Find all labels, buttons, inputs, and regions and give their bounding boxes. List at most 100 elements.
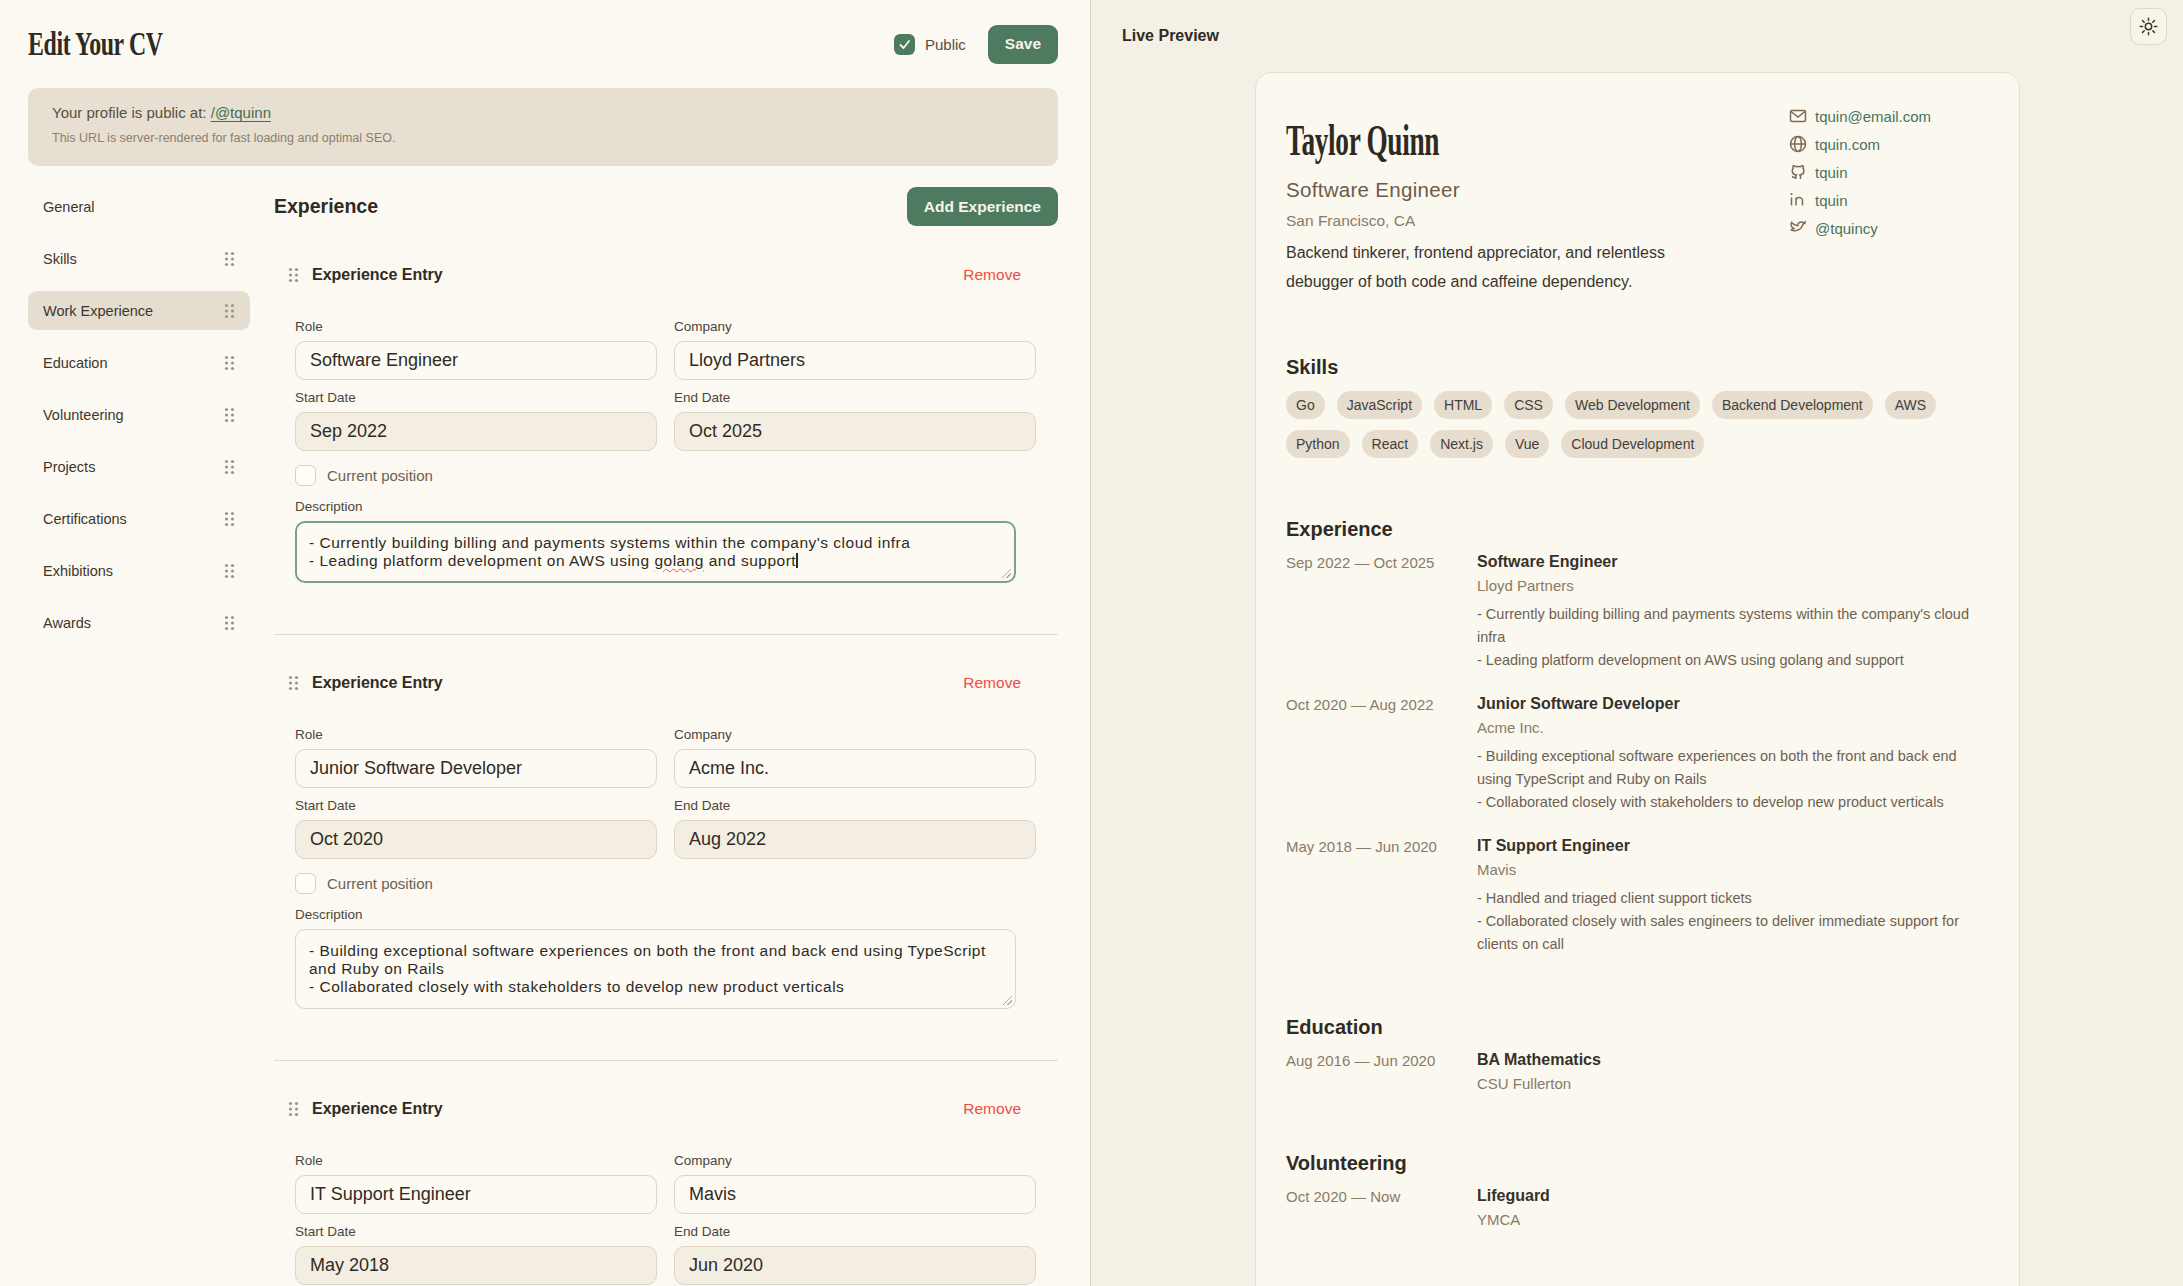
end-date-input[interactable] [674,820,1036,859]
sidebar-item-label: Awards [43,615,91,631]
contact-link[interactable]: @tquincy [1815,220,1878,237]
cv-entry-bullets: - Handled and triaged client support tic… [1477,887,1989,956]
start-date-input[interactable] [295,820,657,859]
role-input[interactable] [295,749,657,788]
current-position-checkbox[interactable] [295,873,316,894]
public-checkbox[interactable] [894,34,915,55]
remove-entry-button[interactable]: Remove [963,266,1021,284]
end-date-input[interactable] [674,412,1036,451]
skill-tag: CSS [1504,391,1553,419]
company-input[interactable] [674,341,1036,380]
contact-item: @tquincy [1788,214,1931,242]
cv-entry: Oct 2020 — NowLifeguardYMCA [1286,1187,1989,1228]
sidebar-item-volunteering[interactable]: Volunteering [28,395,250,434]
sidebar-item-skills[interactable]: Skills [28,239,250,278]
cv-bio: Backend tinkerer, frontend appreciator, … [1286,238,1686,296]
drag-handle[interactable] [288,1101,299,1117]
drag-handle[interactable] [224,563,235,579]
sidebar-item-education[interactable]: Education [28,343,250,382]
sidebar-item-exhibitions[interactable]: Exhibitions [28,551,250,590]
experience-entry: Experience EntryRemoveRoleCompanyStart D… [274,1060,1058,1286]
sidebar-item-work-experience[interactable]: Work Experience [28,291,250,330]
editor-pane: Edit Your CV Public Save Your profile is… [0,0,1091,1286]
start-date-label: Start Date [295,390,657,405]
cv-entry-dates: Oct 2020 — Aug 2022 [1286,695,1477,814]
role-input[interactable] [295,1175,657,1214]
start-date-label: Start Date [295,1224,657,1239]
contact-link[interactable]: tquin [1815,164,1848,181]
sidebar-item-label: Exhibitions [43,563,113,579]
drag-handle[interactable] [224,615,235,631]
cv-card: Taylor Quinn Software Engineer San Franc… [1255,72,2020,1286]
cv-section-experience: Experience Sep 2022 — Oct 2025Software En… [1286,518,1989,956]
drag-handle[interactable] [224,407,235,423]
drag-handle-icon [224,615,235,631]
company-input[interactable] [674,749,1036,788]
public-label: Public [925,36,966,53]
globe-icon [1789,135,1807,153]
remove-entry-button[interactable]: Remove [963,674,1021,692]
cv-section-heading: Education [1286,1016,1989,1039]
description-textarea[interactable]: - Building exceptional software experien… [295,929,1016,1009]
cv-section-heading: Volunteering [1286,1152,1989,1175]
form-section-title: Experience [274,195,378,218]
cv-section-skills: SkillsGoJavaScriptHTMLCSSWeb Development… [1286,356,1989,458]
banner-subtext: This URL is server-rendered for fast loa… [52,131,1034,145]
drag-handle[interactable] [224,303,235,319]
sidebar-item-general[interactable]: General [28,187,250,226]
cv-entry-dates: Aug 2016 — Jun 2020 [1286,1051,1477,1092]
skill-tag: Backend Development [1712,391,1873,419]
add-experience-button[interactable]: Add Experience [907,187,1058,226]
drag-handle[interactable] [224,251,235,267]
public-toggle[interactable]: Public [894,34,966,55]
sidebar-item-label: General [43,199,95,215]
cv-entry-title: Software Engineer [1477,553,1989,571]
drag-handle[interactable] [288,675,299,691]
remove-entry-button[interactable]: Remove [963,1100,1021,1118]
section-nav: General Skills Work Experience Education Vol… [28,187,250,1286]
drag-handle[interactable] [224,511,235,527]
contact-link[interactable]: tquin [1815,192,1848,209]
cv-name: Taylor Quinn [1286,115,1722,166]
experience-entry: Experience EntryRemoveRoleCompanyStart D… [274,226,1058,634]
entry-title: Experience Entry [312,1100,443,1118]
cv-entry: May 2018 — Jun 2020IT Support EngineerMa… [1286,837,1989,956]
cv-section-heading: Experience [1286,518,1989,541]
profile-link[interactable]: /@tquinn [211,104,271,121]
sidebar-item-certifications[interactable]: Certifications [28,499,250,538]
cv-entry-org: Mavis [1477,861,1989,878]
cv-entry: Aug 2016 — Jun 2020BA MathematicsCSU Ful… [1286,1051,1989,1092]
drag-handle[interactable] [224,459,235,475]
theme-toggle-button[interactable] [2130,8,2167,45]
contact-link[interactable]: tquin.com [1815,136,1880,153]
description-textarea[interactable]: - Currently building billing and payment… [295,521,1016,583]
contact-link[interactable]: tquin@email.com [1815,108,1931,125]
sidebar-item-label: Volunteering [43,407,124,423]
role-input[interactable] [295,341,657,380]
sidebar-item-projects[interactable]: Projects [28,447,250,486]
twitter-icon [1789,219,1807,237]
save-button[interactable]: Save [988,25,1058,64]
cv-entry: Oct 2020 — Aug 2022Junior Software Devel… [1286,695,1989,814]
drag-handle[interactable] [288,267,299,283]
drag-handle[interactable] [224,355,235,371]
drag-handle-icon [224,407,235,423]
sidebar-item-label: Projects [43,459,95,475]
linkedin-icon [1789,191,1807,209]
sidebar-item-awards[interactable]: Awards [28,603,250,642]
current-position-checkbox[interactable] [295,465,316,486]
contact-item: tquin@email.com [1788,102,1931,130]
cv-entry-dates: Oct 2020 — Now [1286,1187,1477,1228]
end-date-input[interactable] [674,1246,1036,1285]
company-label: Company [674,1153,1036,1168]
experience-entry: Experience EntryRemoveRoleCompanyStart D… [274,634,1058,1060]
cv-entry: Sep 2022 — Oct 2025Software EngineerLloy… [1286,553,1989,672]
cv-entry-bullets: - Building exceptional software experien… [1477,745,1989,814]
company-input[interactable] [674,1175,1036,1214]
sidebar-item-label: Education [43,355,108,371]
drag-handle-icon [224,303,235,319]
start-date-input[interactable] [295,412,657,451]
entry-title: Experience Entry [312,266,443,284]
contact-item: tquin [1788,186,1931,214]
start-date-input[interactable] [295,1246,657,1285]
